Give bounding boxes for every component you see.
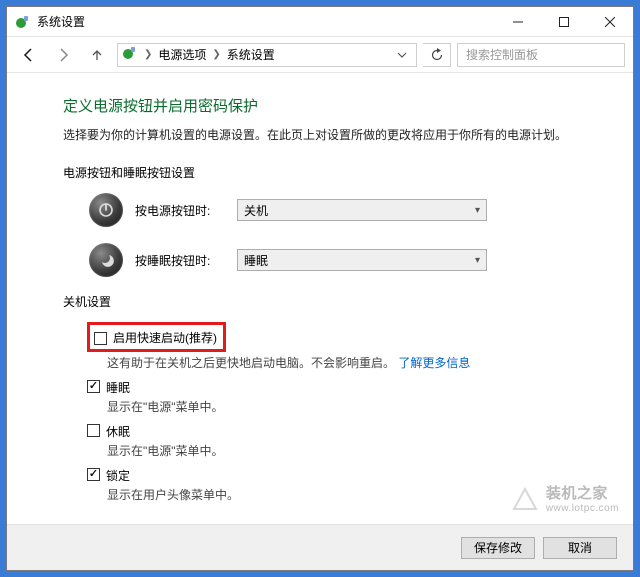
nav-row: ❯ 电源选项 ❯ 系统设置 bbox=[7, 37, 633, 73]
search-input[interactable] bbox=[464, 47, 618, 63]
page-subtitle: 选择要为你的计算机设置的电源设置。在此页上对设置所做的更改将应用于你所有的电源计… bbox=[63, 126, 601, 144]
sleep-icon bbox=[89, 243, 123, 277]
address-dropdown-icon[interactable] bbox=[392, 44, 412, 66]
power-button-select[interactable]: 关机 ▾ bbox=[237, 199, 487, 221]
fast-startup-desc: 这有助于在关机之后更快地启动电脑。不会影响重启。 了解更多信息 bbox=[107, 354, 601, 371]
chevron-down-icon: ▾ bbox=[475, 205, 480, 216]
save-button[interactable]: 保存修改 bbox=[461, 537, 535, 559]
hibernate-checkbox[interactable] bbox=[87, 424, 100, 437]
breadcrumb-item[interactable]: 电源选项 bbox=[158, 46, 206, 63]
fast-startup-desc-text: 这有助于在关机之后更快地启动电脑。不会影响重启。 bbox=[107, 356, 395, 370]
cancel-button[interactable]: 取消 bbox=[543, 537, 617, 559]
close-button[interactable] bbox=[587, 7, 633, 37]
control-panel-icon bbox=[122, 45, 138, 64]
hibernate-option-label: 休眠 bbox=[106, 423, 130, 440]
sleep-button-value: 睡眠 bbox=[244, 252, 268, 269]
up-button[interactable] bbox=[83, 41, 111, 69]
window-title: 系统设置 bbox=[37, 13, 85, 30]
refresh-button[interactable] bbox=[423, 43, 451, 67]
sleep-button-select[interactable]: 睡眠 ▾ bbox=[237, 249, 487, 271]
page-heading: 定义电源按钮并启用密码保护 bbox=[63, 95, 601, 116]
sleep-button-row: 按睡眠按钮时: 睡眠 ▾ bbox=[89, 243, 601, 277]
section-title-buttons: 电源按钮和睡眠按钮设置 bbox=[63, 164, 601, 181]
sleep-option-label: 睡眠 bbox=[106, 379, 130, 396]
content-area: 定义电源按钮并启用密码保护 选择要为你的计算机设置的电源设置。在此页上对设置所做… bbox=[7, 73, 633, 524]
chevron-down-icon: ▾ bbox=[475, 255, 480, 266]
sleep-option-desc: 显示在"电源"菜单中。 bbox=[107, 398, 601, 415]
fast-startup-highlight: 启用快速启动(推荐) bbox=[87, 322, 226, 352]
power-button-label: 按电源按钮时: bbox=[135, 202, 225, 219]
power-button-value: 关机 bbox=[244, 202, 268, 219]
minimize-button[interactable] bbox=[495, 7, 541, 37]
power-button-row: 按电源按钮时: 关机 ▾ bbox=[89, 193, 601, 227]
section-title-shutdown: 关机设置 bbox=[63, 293, 601, 310]
forward-button[interactable] bbox=[49, 41, 77, 69]
lock-checkbox[interactable] bbox=[87, 468, 100, 481]
maximize-button[interactable] bbox=[541, 7, 587, 37]
learn-more-link[interactable]: 了解更多信息 bbox=[398, 356, 470, 370]
window: 系统设置 ❯ 电源选项 bbox=[6, 6, 634, 571]
lock-option-desc: 显示在用户头像菜单中。 bbox=[107, 486, 601, 503]
hibernate-option-desc: 显示在"电源"菜单中。 bbox=[107, 442, 601, 459]
shutdown-settings: 启用快速启动(推荐) 这有助于在关机之后更快地启动电脑。不会影响重启。 了解更多… bbox=[87, 322, 601, 503]
watermark-url: www.lotpc.com bbox=[546, 503, 619, 514]
breadcrumb-item[interactable]: 系统设置 bbox=[227, 46, 275, 63]
fast-startup-checkbox[interactable] bbox=[94, 332, 107, 345]
search-box[interactable] bbox=[457, 43, 625, 67]
fast-startup-label: 启用快速启动(推荐) bbox=[113, 329, 217, 346]
lock-option-label: 锁定 bbox=[106, 467, 130, 484]
back-button[interactable] bbox=[15, 41, 43, 69]
address-bar[interactable]: ❯ 电源选项 ❯ 系统设置 bbox=[117, 43, 417, 67]
titlebar: 系统设置 bbox=[7, 7, 633, 37]
sleep-button-label: 按睡眠按钮时: bbox=[135, 252, 225, 269]
breadcrumb-sep-icon: ❯ bbox=[142, 49, 154, 60]
power-icon bbox=[89, 193, 123, 227]
app-icon bbox=[15, 14, 31, 30]
breadcrumb-sep-icon: ❯ bbox=[210, 49, 222, 60]
sleep-checkbox[interactable] bbox=[87, 380, 100, 393]
footer: 保存修改 取消 bbox=[7, 524, 633, 570]
